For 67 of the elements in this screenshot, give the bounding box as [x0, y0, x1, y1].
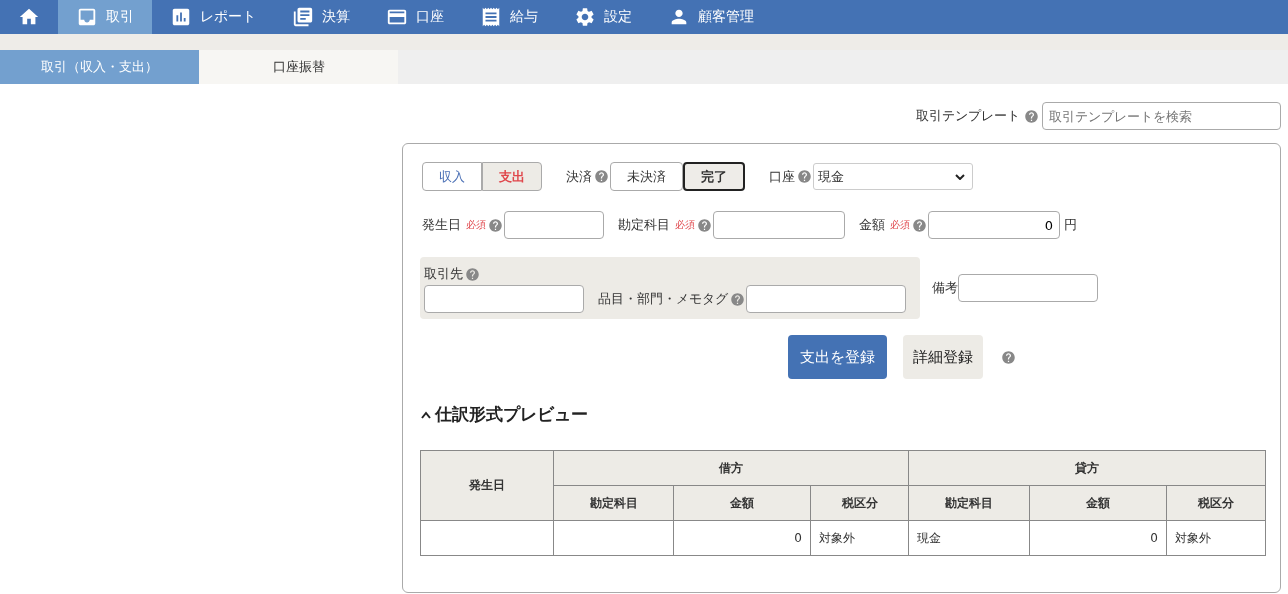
template-search-field[interactable]: 取引テンプレートを検索 [1042, 102, 1281, 130]
help-icon[interactable] [797, 169, 812, 184]
table-cell: 0 [673, 520, 811, 556]
sub-tab[interactable]: 取引（収入・支出） [0, 50, 199, 84]
bar-chart-icon [170, 6, 192, 28]
nav-tab[interactable]: 口座 [368, 0, 462, 34]
memo-label: 備考 [932, 279, 958, 297]
table-cell: 対象外 [1166, 520, 1266, 556]
help-icon[interactable] [1024, 108, 1039, 124]
help-icon[interactable] [697, 217, 712, 233]
nav-tab[interactable]: 給与 [462, 0, 556, 34]
column-header: 借方 [553, 450, 909, 486]
type-toggle[interactable]: 収入 [422, 162, 482, 191]
nav-tab[interactable]: レポート [152, 0, 274, 34]
help-icon[interactable] [594, 169, 609, 184]
column-header: 発生日 [420, 450, 554, 521]
input-field[interactable] [713, 211, 845, 239]
field-label: 金額 [859, 216, 885, 234]
nav-tab[interactable]: 設定 [556, 0, 650, 34]
caret-up-icon[interactable] [420, 409, 432, 420]
nav-tab[interactable]: 決算 [274, 0, 368, 34]
help-icon[interactable] [730, 291, 745, 307]
column-header: 税区分 [1166, 485, 1266, 521]
input-field[interactable] [504, 211, 604, 239]
detail-register-button[interactable]: 詳細登録 [902, 335, 983, 379]
required-tag: 必須 [675, 218, 695, 232]
memo-field[interactable] [958, 274, 1098, 302]
account-label: 口座 [769, 167, 795, 186]
register-button[interactable]: 支出を登録 [787, 335, 887, 379]
chevron-icon [955, 173, 965, 180]
inbox-icon [76, 6, 98, 28]
column-header: 勘定科目 [908, 485, 1030, 521]
partner-label: 取引先 [424, 265, 463, 283]
sub-tab[interactable]: 口座振替 [199, 50, 398, 84]
field-label: 勘定科目 [618, 216, 670, 234]
required-tag: 必須 [890, 218, 910, 232]
help-icon[interactable] [465, 266, 480, 282]
table-cell: 現金 [908, 520, 1030, 556]
type-toggle[interactable]: 支出 [482, 162, 542, 191]
help-icon[interactable] [1000, 349, 1016, 365]
column-header: 貸方 [908, 450, 1266, 486]
input-field[interactable]: 0 [928, 211, 1060, 239]
column-header: 金額 [1029, 485, 1167, 521]
table-cell: 対象外 [810, 520, 909, 556]
column-header: 金額 [673, 485, 811, 521]
nav-tab[interactable]: 顧客管理 [650, 0, 772, 34]
settings-icon [574, 6, 596, 28]
preview-title: 仕訳形式プレビュー [435, 403, 588, 426]
help-icon[interactable] [488, 217, 503, 233]
books-icon [292, 6, 314, 28]
template-label: 取引テンプレート [916, 107, 1020, 125]
partner-field[interactable] [424, 285, 584, 313]
field-label: 発生日 [422, 216, 461, 234]
table-cell: 0 [1029, 520, 1167, 556]
settlement-option[interactable]: 完了 [683, 162, 745, 191]
tags-label: 品目・部門・メモタグ [598, 290, 728, 308]
column-header: 勘定科目 [553, 485, 674, 521]
receipt-icon [480, 6, 502, 28]
settlement-label: 決済 [566, 167, 592, 186]
unit-label: 円 [1064, 216, 1077, 234]
help-icon[interactable] [912, 217, 927, 233]
settlement-option[interactable]: 未決済 [610, 162, 683, 191]
required-tag: 必須 [466, 218, 486, 232]
column-header: 税区分 [810, 485, 909, 521]
account-select[interactable]: 現金 [813, 163, 973, 190]
nav-tab[interactable]: 取引 [58, 0, 152, 34]
tags-field[interactable] [746, 285, 906, 313]
